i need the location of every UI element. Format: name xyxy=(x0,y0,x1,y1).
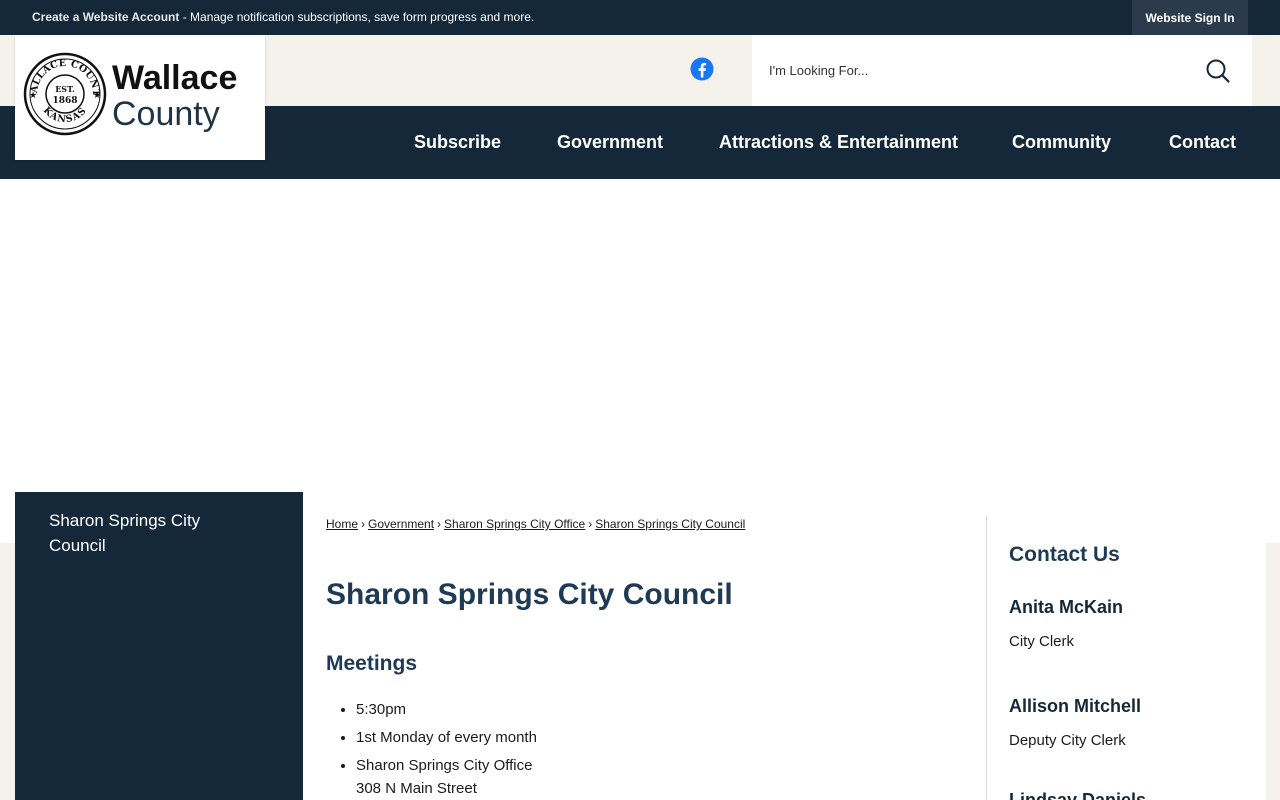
main-content: Home › Government › Sharon Springs City Offi… xyxy=(303,492,986,800)
breadcrumb-government[interactable]: Government xyxy=(368,517,434,531)
contact-role: City Clerk xyxy=(1009,633,1075,650)
nav-community[interactable]: Community xyxy=(1012,132,1111,153)
logo-title: Wallace xyxy=(112,59,238,97)
breadcrumb-sharon-springs-city-council[interactable]: Sharon Springs City Council xyxy=(595,517,745,531)
search-input[interactable] xyxy=(769,59,1189,81)
meeting-location-name: Sharon Springs City Office xyxy=(356,757,533,774)
breadcrumb-sharon-springs-city-office[interactable]: Sharon Springs City Office xyxy=(444,517,585,531)
sidebar-nav: Sharon Springs City Council xyxy=(15,492,303,800)
svg-text:EST.: EST. xyxy=(55,84,75,94)
hero-banner xyxy=(0,179,1280,543)
account-message: Create a Website Account - Manage notifi… xyxy=(32,10,534,24)
meetings-list: 5:30pm 1st Monday of every month Sharon … xyxy=(356,698,537,800)
contact-role: Deputy City Clerk xyxy=(1009,732,1126,749)
list-item: Sharon Springs City Office 308 N Main Str… xyxy=(356,754,537,800)
contact-name[interactable]: Lindsay Daniels xyxy=(1009,790,1146,800)
logo-subtitle: County xyxy=(112,95,220,133)
svg-text:★: ★ xyxy=(29,90,37,100)
meeting-time: 5:30pm xyxy=(356,701,407,718)
search-icon xyxy=(1206,59,1230,83)
facebook-icon[interactable] xyxy=(690,57,714,81)
meetings-heading: Meetings xyxy=(326,652,418,675)
nav-attractions-entertainment[interactable]: Attractions & Entertainment xyxy=(719,132,958,153)
contact-name[interactable]: Anita McKain xyxy=(1009,597,1123,618)
breadcrumb-separator: › xyxy=(437,517,442,531)
list-item: 5:30pm xyxy=(356,698,537,721)
nav-government[interactable]: Government xyxy=(557,132,663,153)
account-message-text: - Manage notification subscriptions, sav… xyxy=(179,10,535,24)
nav-contact[interactable]: Contact xyxy=(1169,132,1236,153)
breadcrumb: Home › Government › Sharon Springs City Offi… xyxy=(326,517,745,531)
site-logo[interactable]: WALLACE COUNTY KANSAS EST. 1868 ★ ★ Wall… xyxy=(15,35,265,160)
list-item: 1st Monday of every month xyxy=(356,726,537,749)
divider xyxy=(986,516,987,800)
page-title: Sharon Springs City Council xyxy=(326,578,733,611)
contact-sidebar: Contact Us Anita McKain City Clerk Allis… xyxy=(986,492,1266,800)
county-seal-icon: WALLACE COUNTY KANSAS EST. 1868 ★ ★ xyxy=(23,52,107,136)
contact-name[interactable]: Allison Mitchell xyxy=(1009,696,1141,717)
breadcrumb-separator: › xyxy=(361,517,366,531)
meeting-location-address: 308 N Main Street xyxy=(356,780,477,797)
breadcrumb-home[interactable]: Home xyxy=(326,517,358,531)
meeting-schedule: 1st Monday of every month xyxy=(356,729,537,746)
nav-subscribe[interactable]: Subscribe xyxy=(414,132,501,153)
create-account-link[interactable]: Create a Website Account xyxy=(32,10,179,24)
search-button[interactable] xyxy=(1204,57,1232,85)
website-sign-in-button[interactable]: Website Sign In xyxy=(1132,0,1248,35)
search-box xyxy=(752,35,1252,106)
svg-text:1868: 1868 xyxy=(52,96,77,106)
svg-text:★: ★ xyxy=(93,90,101,100)
utility-bar: Create a Website Account - Manage notifi… xyxy=(0,0,1280,35)
breadcrumb-separator: › xyxy=(588,517,593,531)
sidebar-item-sharon-springs-city-council[interactable]: Sharon Springs City Council xyxy=(49,508,229,558)
contact-heading: Contact Us xyxy=(1009,543,1120,566)
